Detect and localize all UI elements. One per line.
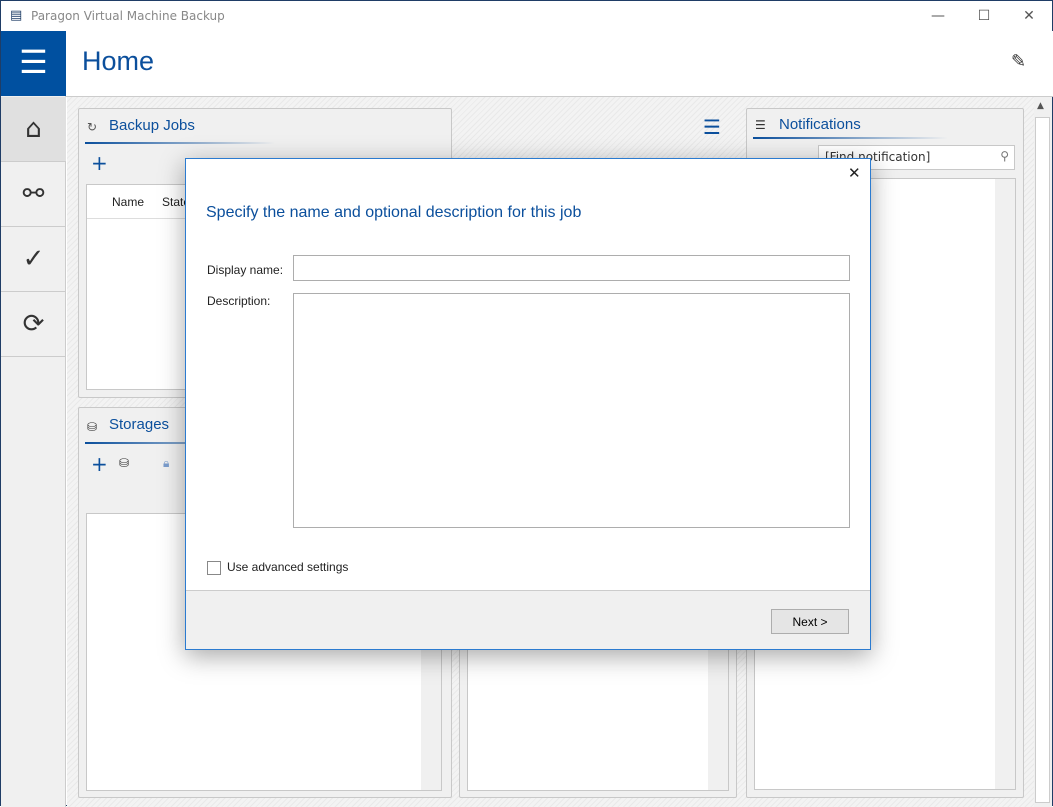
- storages-title: Storages: [109, 416, 170, 433]
- add-job-button[interactable]: +: [91, 151, 108, 175]
- notifications-scrollbar[interactable]: [995, 179, 1015, 789]
- dialog-close-button[interactable]: ✕: [848, 164, 861, 182]
- description-input[interactable]: [293, 293, 850, 528]
- nav-verify[interactable]: ✓: [1, 227, 66, 292]
- job-name-dialog: ✕ Specify the name and optional descript…: [185, 158, 871, 650]
- page-header: Home ✎: [66, 31, 1053, 97]
- scroll-thumb[interactable]: [1035, 117, 1050, 803]
- nav-replicate[interactable]: ⟳: [1, 292, 66, 357]
- backup-jobs-icon: ↻: [87, 120, 98, 134]
- scroll-up-icon[interactable]: ▲: [1037, 101, 1044, 111]
- home-icon: ⌂: [25, 114, 42, 144]
- page-title: Home: [82, 46, 155, 76]
- hamburger-icon: ☰: [19, 43, 48, 81]
- jobs-menu-icon[interactable]: ☰: [703, 115, 721, 139]
- storage-link-icon[interactable]: ⛁: [119, 456, 129, 470]
- menu-button[interactable]: ☰: [1, 31, 66, 96]
- display-name-input[interactable]: [293, 255, 850, 281]
- display-name-label: Display name:: [207, 263, 284, 277]
- main-scrollbar[interactable]: ▲: [1034, 97, 1052, 807]
- backup-jobs-title: Backup Jobs: [109, 117, 195, 134]
- column-name[interactable]: Name: [112, 195, 144, 209]
- search-icon[interactable]: ⚲: [1000, 149, 1009, 163]
- dialog-heading: Specify the name and optional descriptio…: [206, 204, 582, 221]
- maximize-button[interactable]: ☐: [961, 1, 1007, 31]
- title-bar: ▤ Paragon Virtual Machine Backup — ☐ ✕: [1, 1, 1052, 31]
- advanced-settings-checkbox[interactable]: [207, 561, 221, 575]
- notifications-icon: ☰: [755, 118, 766, 132]
- sync-icon: ⟳: [22, 309, 45, 339]
- dialog-footer: Next >: [186, 590, 870, 649]
- advanced-settings-label[interactable]: Use advanced settings: [227, 560, 348, 574]
- pin-icon[interactable]: ✎: [1011, 51, 1026, 72]
- nav-workflow[interactable]: ⚯: [1, 162, 66, 227]
- close-button[interactable]: ✕: [1006, 1, 1052, 31]
- window-title: Paragon Virtual Machine Backup: [31, 9, 225, 23]
- storages-icon: ⛁: [87, 420, 98, 434]
- check-cycle-icon: ✓: [22, 244, 45, 274]
- next-button[interactable]: Next >: [771, 609, 849, 634]
- app-icon: ▤: [10, 8, 23, 23]
- nav-home[interactable]: ⌂: [1, 97, 66, 162]
- notifications-title: Notifications: [779, 116, 861, 133]
- add-storage-button[interactable]: +: [91, 452, 108, 476]
- description-label: Description:: [207, 294, 271, 308]
- graph-icon: ⚯: [22, 179, 45, 209]
- lock-icon[interactable]: 🔒︎: [163, 456, 169, 471]
- minimize-button[interactable]: —: [915, 1, 961, 31]
